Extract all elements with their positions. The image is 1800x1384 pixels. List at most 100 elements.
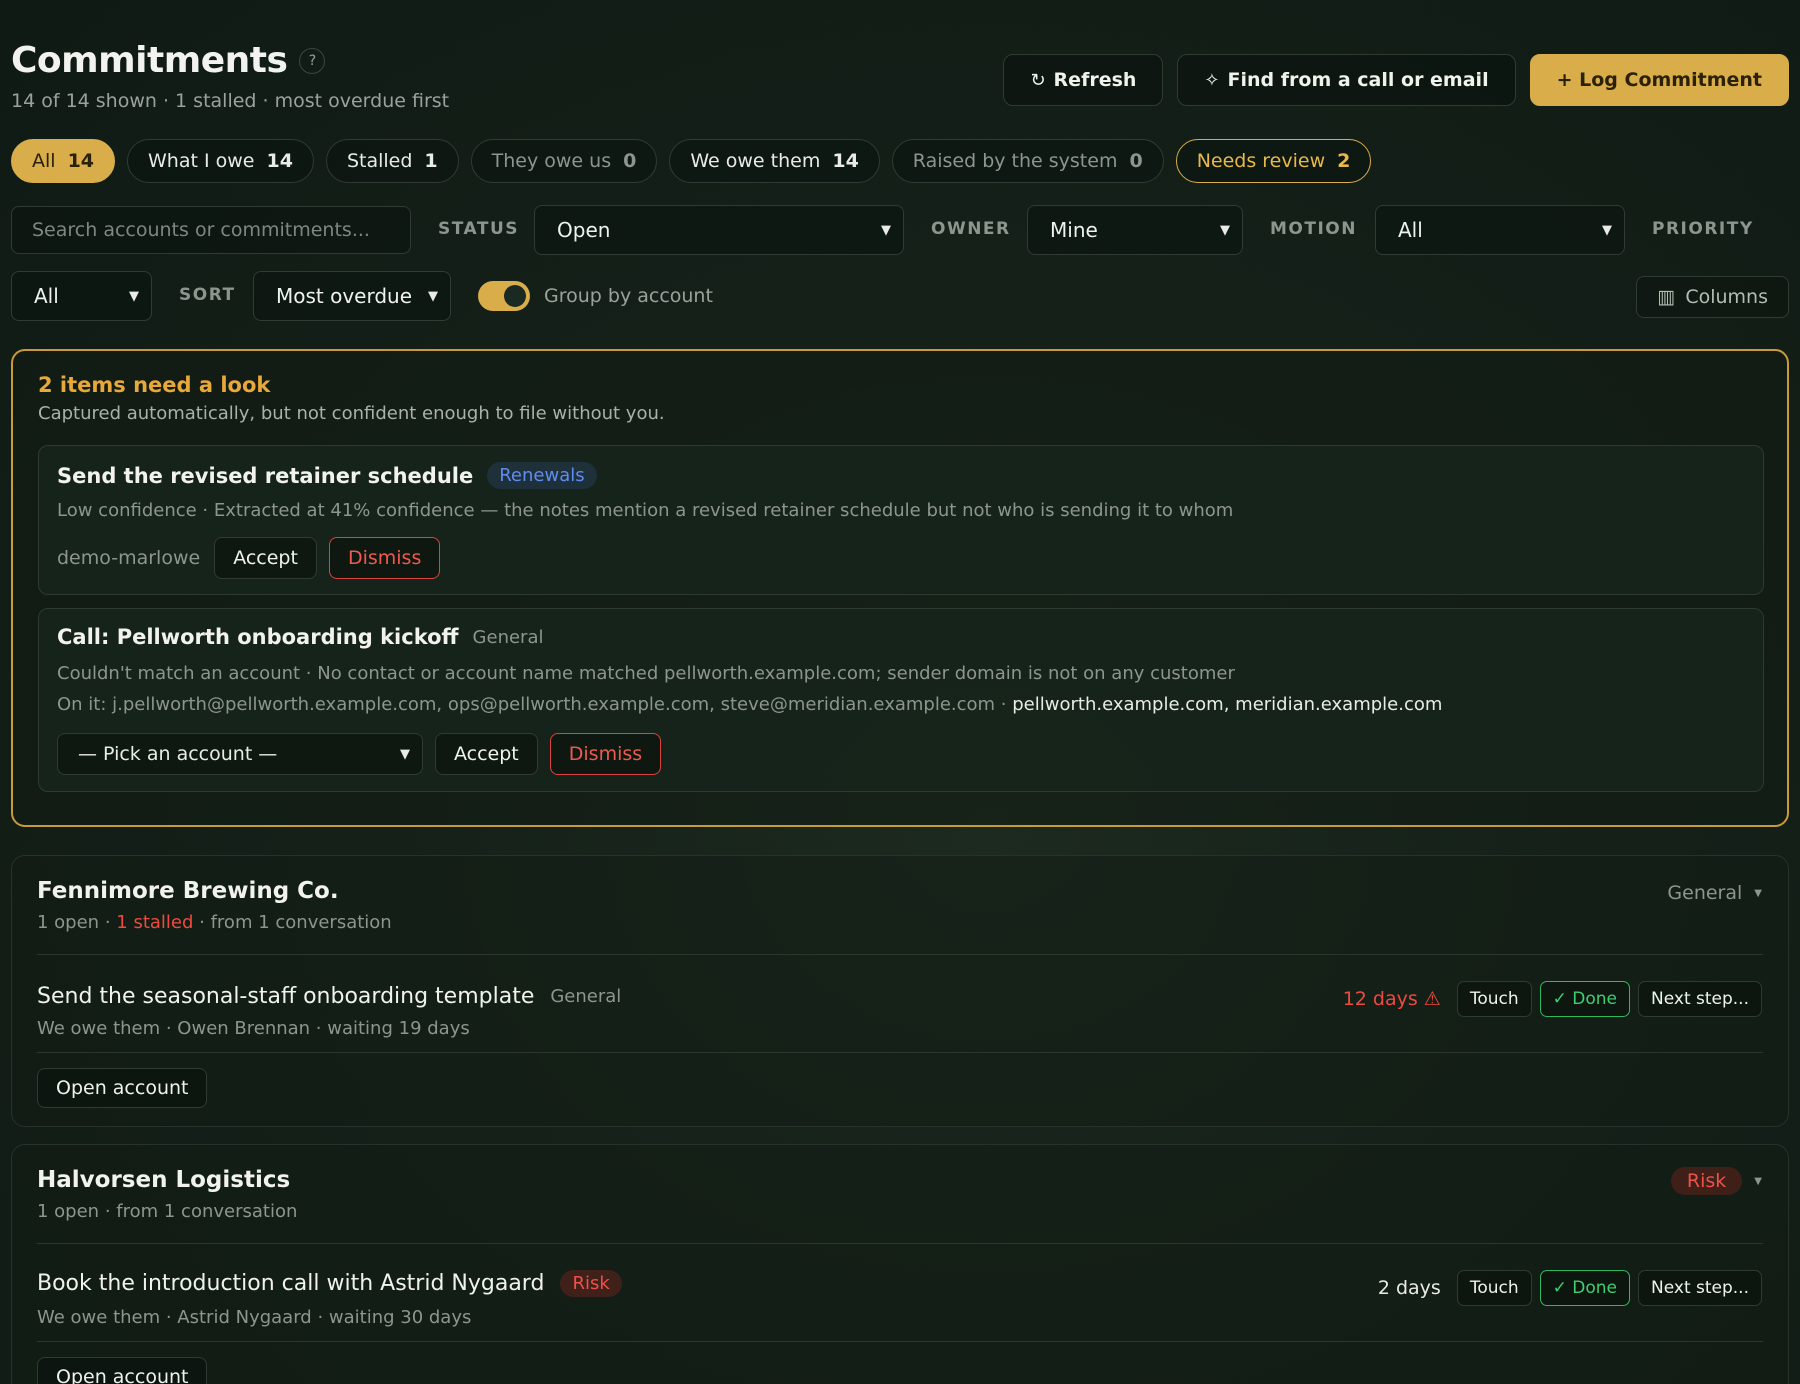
- group-collapse-toggle[interactable]: General ▼: [1667, 882, 1762, 904]
- priority-select[interactable]: All ▼: [11, 271, 152, 321]
- refresh-button[interactable]: ↻ Refresh: [1003, 54, 1164, 106]
- motion-label: MOTION: [1270, 219, 1357, 239]
- divider: [37, 1052, 1763, 1053]
- accept-button[interactable]: Accept: [435, 733, 538, 775]
- chevron-down-icon: ▼: [1220, 222, 1230, 238]
- group-by-account-toggle[interactable]: [478, 281, 530, 311]
- search-input[interactable]: [11, 206, 411, 254]
- pill-count: 14: [266, 150, 293, 172]
- commitment-title[interactable]: Send the seasonal-staff onboarding templ…: [37, 984, 534, 1009]
- title-row: Commitments ?: [11, 40, 326, 81]
- open-account-button[interactable]: Open account: [37, 1357, 208, 1384]
- dismiss-button[interactable]: Dismiss: [328, 537, 441, 579]
- divider: [37, 954, 1763, 955]
- review-card-title: Send the revised retainer schedule: [57, 463, 474, 488]
- log-label: + Log Commitment: [1556, 69, 1762, 91]
- header-actions: ↻ Refresh ✧ Find from a call or email + …: [1003, 54, 1789, 106]
- next-step-button[interactable]: Next step...: [1638, 981, 1762, 1017]
- review-card-actions: — Pick an account — ▼ Accept Dismiss: [57, 733, 662, 775]
- sort-value: Most overdue: [276, 284, 413, 308]
- owner-name: demo-marlowe: [57, 547, 201, 569]
- review-subtitle: Captured automatically, but not confiden…: [38, 403, 665, 424]
- account-picker-value: — Pick an account —: [78, 743, 278, 765]
- motion-tag: General: [472, 626, 544, 648]
- chevron-down-icon: ▼: [428, 288, 438, 304]
- next-step-button[interactable]: Next step...: [1638, 1270, 1762, 1306]
- open-account-button[interactable]: Open account: [37, 1068, 208, 1108]
- page-title: Commitments: [11, 40, 288, 81]
- pill-label: Raised by the system: [912, 150, 1118, 172]
- commitment-actions: 12 days ⚠ Touch ✓ Done Next step...: [1343, 981, 1762, 1017]
- columns-button[interactable]: ▥ Columns: [1636, 276, 1789, 318]
- dismiss-button[interactable]: Dismiss: [549, 733, 662, 775]
- owner-select[interactable]: Mine ▼: [1027, 205, 1243, 255]
- account-group: Fennimore Brewing Co. 1 open · 1 stalled…: [11, 855, 1789, 1127]
- pill-we-owe-them[interactable]: We owe them 14: [669, 139, 880, 183]
- pill-label: We owe them: [690, 150, 821, 172]
- touch-button[interactable]: Touch: [1456, 1270, 1532, 1306]
- sort-label: SORT: [179, 285, 236, 305]
- refresh-icon: ↻: [1030, 69, 1046, 91]
- sparkle-icon: ✧: [1204, 69, 1220, 91]
- pill-label: All: [32, 150, 56, 172]
- account-picker[interactable]: — Pick an account — ▼: [57, 733, 423, 775]
- pill-label: They owe us: [491, 150, 612, 172]
- sort-select[interactable]: Most overdue ▼: [253, 271, 451, 321]
- columns-label: Columns: [1685, 286, 1768, 308]
- pill-needs-review[interactable]: Needs review 2: [1175, 139, 1372, 183]
- pill-count: 1: [424, 150, 438, 172]
- touch-button[interactable]: Touch: [1456, 981, 1532, 1017]
- review-card: Call: Pellworth onboarding kickoff Gener…: [38, 608, 1764, 792]
- done-button[interactable]: ✓ Done: [1539, 1270, 1630, 1306]
- divider: [37, 1341, 1763, 1342]
- motion-tag: General: [550, 986, 622, 1007]
- pill-they-owe-us[interactable]: They owe us 0: [470, 139, 658, 183]
- pill-stalled[interactable]: Stalled 1: [325, 139, 459, 183]
- caret-down-icon: ▼: [1754, 887, 1762, 899]
- pill-what-i-owe[interactable]: What I owe 14: [127, 139, 314, 183]
- review-card: Send the revised retainer schedule Renew…: [38, 445, 1764, 595]
- motion-select[interactable]: All ▼: [1375, 205, 1625, 255]
- account-group: Halvorsen Logistics 1 open · from 1 conv…: [11, 1144, 1789, 1384]
- group-by-account-label: Group by account: [544, 285, 713, 307]
- pill-raised-by-system[interactable]: Raised by the system 0: [891, 139, 1164, 183]
- motion-tag: Renewals: [487, 462, 597, 489]
- find-from-call-button[interactable]: ✧ Find from a call or email: [1177, 54, 1516, 106]
- due-overdue: 12 days ⚠: [1342, 988, 1441, 1010]
- participant-domains: pellworth.example.com, meridian.example.…: [1012, 694, 1443, 715]
- accept-button[interactable]: Accept: [214, 537, 317, 579]
- review-card-title-row: Call: Pellworth onboarding kickoff Gener…: [57, 625, 543, 649]
- owner-value: Mine: [1050, 218, 1098, 242]
- review-card-title: Call: Pellworth onboarding kickoff: [57, 625, 459, 649]
- help-icon[interactable]: ?: [299, 47, 326, 74]
- review-title: 2 items need a look: [38, 373, 271, 397]
- motion-value: All: [1398, 218, 1423, 242]
- pill-all[interactable]: All 14: [11, 139, 116, 183]
- chevron-down-icon: ▼: [881, 222, 891, 238]
- pill-label: What I owe: [148, 150, 255, 172]
- log-commitment-button[interactable]: + Log Commitment: [1529, 54, 1789, 106]
- toggle-knob: [504, 285, 526, 307]
- meta-rest: · from 1 conversation: [193, 912, 392, 933]
- group-collapse-toggle[interactable]: Risk ▼: [1670, 1167, 1762, 1195]
- done-button[interactable]: ✓ Done: [1539, 981, 1630, 1017]
- commitment-meta: We owe them · Astrid Nygaard · waiting 3…: [37, 1307, 472, 1328]
- commitment-meta: We owe them · Owen Brennan · waiting 19 …: [37, 1018, 470, 1039]
- account-meta: 1 open · from 1 conversation: [37, 1201, 297, 1222]
- meta-open: 1 open · from 1 conversation: [37, 1201, 298, 1222]
- meta-open: 1 open ·: [37, 912, 117, 933]
- account-name[interactable]: Halvorsen Logistics: [37, 1167, 290, 1193]
- status-select[interactable]: Open ▼: [534, 205, 904, 255]
- meta-stalled: 1 stalled: [116, 912, 194, 933]
- status-label: STATUS: [438, 219, 520, 239]
- priority-value: All: [34, 284, 59, 308]
- needs-review-panel: 2 items need a look Captured automatical…: [11, 349, 1789, 827]
- status-value: Open: [557, 218, 611, 242]
- account-name[interactable]: Fennimore Brewing Co.: [37, 878, 339, 904]
- pill-label: Stalled: [346, 150, 413, 172]
- risk-tag: Risk: [560, 1270, 622, 1297]
- commitment-title[interactable]: Book the introduction call with Astrid N…: [37, 1271, 544, 1296]
- group-by-account-toggle-row: Group by account: [478, 281, 713, 311]
- motion-tag: General: [1667, 882, 1743, 904]
- risk-tag: Risk: [1670, 1167, 1743, 1195]
